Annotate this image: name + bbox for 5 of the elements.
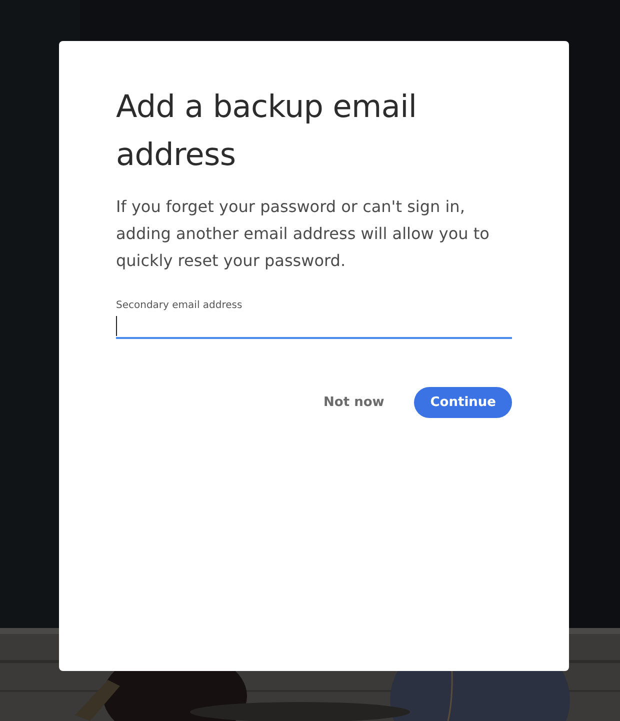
- not-now-button[interactable]: Not now: [308, 387, 400, 418]
- description-text: If you forget your password or can't sign in, adding another email address will allow you to quickly reset your password.: [116, 196, 490, 272]
- dialog-title: Add a backup email address: [116, 88, 418, 175]
- email-input-field[interactable]: Secondary email address: [116, 300, 512, 339]
- continue-button[interactable]: Continue: [414, 387, 512, 418]
